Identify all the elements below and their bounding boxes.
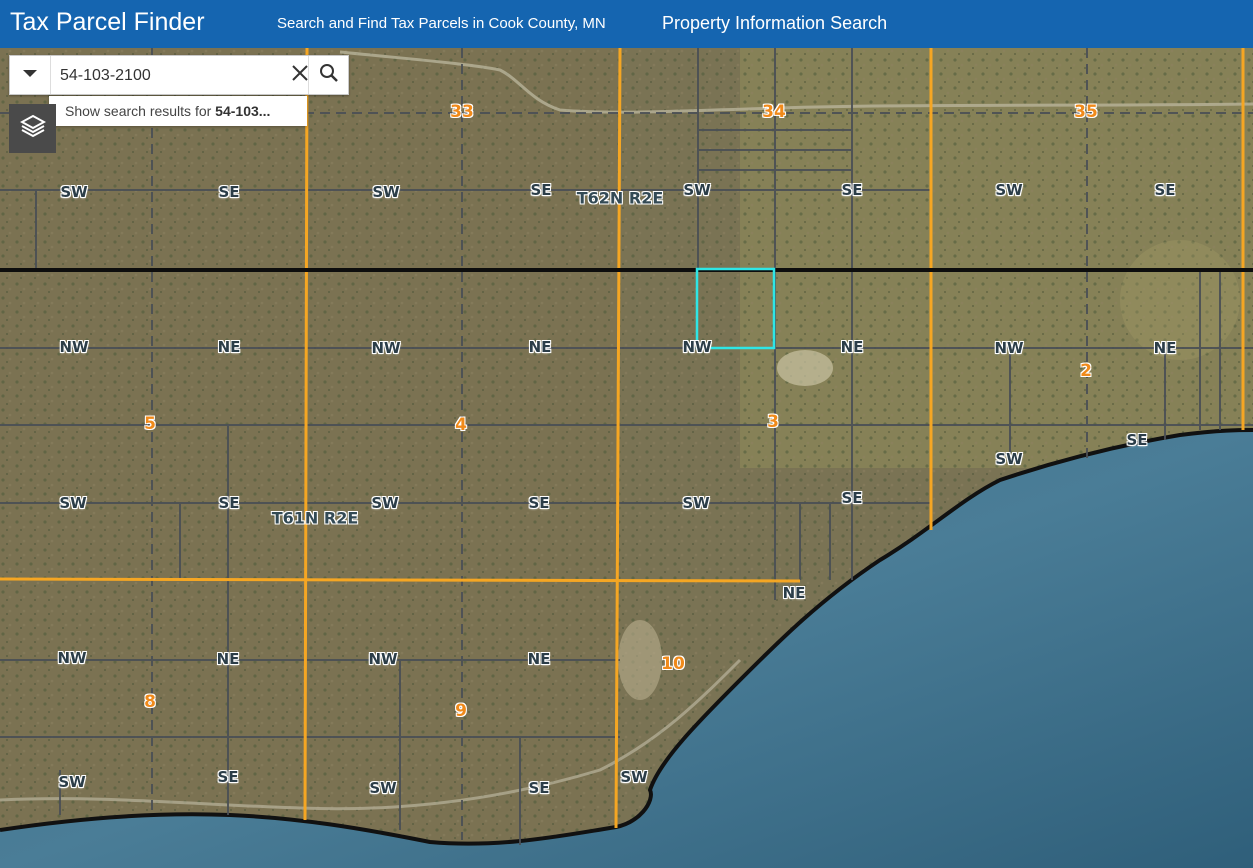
quarter-label: SE — [528, 779, 550, 797]
section-label: 2 — [1080, 361, 1092, 381]
search-button[interactable] — [308, 56, 349, 94]
quarter-label: SW — [371, 494, 399, 512]
quarter-label: SW — [995, 450, 1023, 468]
quarter-label: SW — [683, 181, 711, 199]
quarter-label: SW — [995, 181, 1023, 199]
search-widget — [9, 55, 349, 95]
quarter-label: SW — [60, 183, 88, 201]
app-header: Tax Parcel Finder Search and Find Tax Pa… — [0, 0, 1253, 48]
quarter-label: SW — [372, 183, 400, 201]
quarter-label: SW — [682, 494, 710, 512]
quarter-label: SE — [841, 489, 863, 507]
quarter-label: SE — [217, 768, 239, 786]
aerial-imagery — [0, 48, 1253, 868]
quarter-label: NE — [840, 338, 864, 356]
township-label: T62N R2E — [576, 188, 664, 208]
quarter-label: NE — [217, 338, 241, 356]
quarter-label: NE — [216, 650, 240, 668]
township-label: T61N R2E — [271, 508, 359, 528]
suggestion-term: 54-103... — [215, 103, 271, 119]
section-label: 4 — [455, 415, 467, 435]
quarter-label: SE — [218, 183, 240, 201]
quarter-label: NW — [371, 339, 401, 357]
chevron-down-icon — [22, 66, 38, 84]
quarter-label: NE — [1153, 339, 1177, 357]
quarter-label: SE — [528, 494, 550, 512]
section-label: 3 — [767, 412, 779, 432]
quarter-label: SW — [620, 768, 648, 786]
quarter-label: NE — [527, 650, 551, 668]
section-label: 33 — [450, 102, 474, 122]
section-label: 9 — [455, 701, 467, 721]
quarter-label: NW — [59, 338, 89, 356]
section-label: 8 — [144, 692, 156, 712]
layers-button[interactable] — [9, 104, 56, 153]
search-input[interactable] — [58, 60, 302, 92]
quarter-label: SE — [1126, 431, 1148, 449]
quarter-label: SE — [530, 181, 552, 199]
section-label: 10 — [661, 654, 685, 674]
quarter-label: NW — [57, 649, 87, 667]
quarter-label: NW — [368, 650, 398, 668]
quarter-label: SW — [369, 779, 397, 797]
quarter-label: SW — [58, 773, 86, 791]
close-icon — [291, 64, 309, 87]
quarter-label: SE — [841, 181, 863, 199]
quarter-label: SE — [1154, 181, 1176, 199]
quarter-label: NW — [994, 339, 1024, 357]
layers-icon — [19, 113, 46, 144]
quarter-label: SW — [59, 494, 87, 512]
search-icon — [319, 63, 339, 88]
quarter-label: NE — [782, 584, 806, 602]
search-source-dropdown[interactable] — [10, 56, 51, 94]
section-label: 34 — [762, 102, 786, 122]
suggestion-prefix: Show search results for — [65, 103, 216, 119]
section-label: 5 — [144, 414, 156, 434]
map-view[interactable]: 33 34 35 5 4 3 2 8 9 10 T62N R2E T61N R2… — [0, 48, 1253, 868]
property-information-link[interactable]: Property Information Search — [662, 13, 887, 34]
app-title: Tax Parcel Finder — [10, 8, 205, 36]
app-subtitle: Search and Find Tax Parcels in Cook Coun… — [277, 15, 606, 32]
section-label: 35 — [1074, 102, 1098, 122]
quarter-label: NE — [528, 338, 552, 356]
search-suggestion[interactable]: Show search results for 54-103... — [49, 96, 307, 126]
quarter-label: SE — [218, 494, 240, 512]
quarter-label: NW — [682, 338, 712, 356]
